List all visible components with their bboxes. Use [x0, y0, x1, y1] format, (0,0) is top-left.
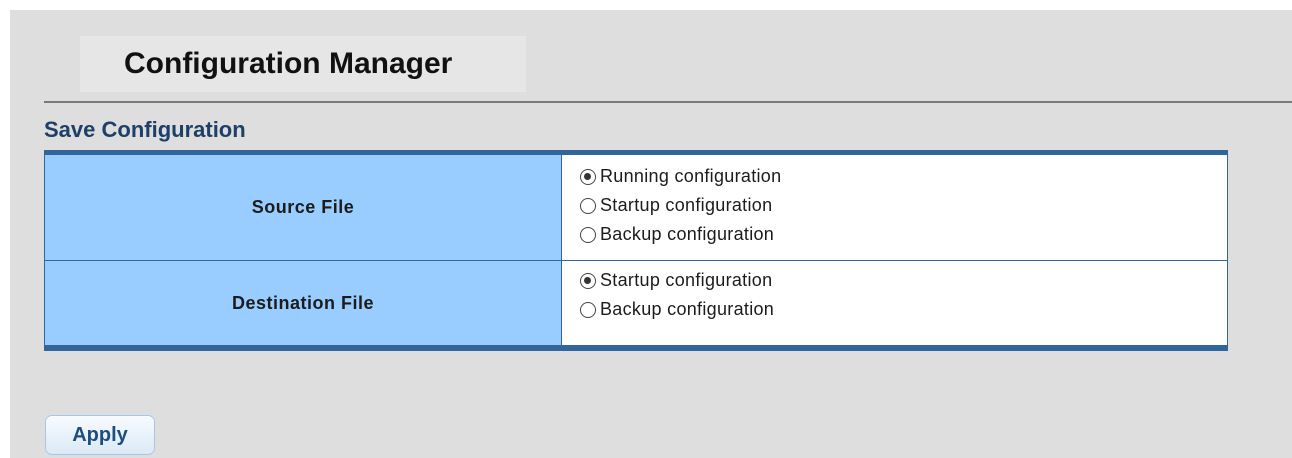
- content-panel: Configuration Manager Save Configuration…: [10, 10, 1292, 458]
- radio-button-selected[interactable]: [580, 272, 596, 289]
- source-option-label: Running configuration: [600, 166, 782, 186]
- destination-file-label: Destination File: [45, 261, 562, 345]
- source-file-options: Running configuration Startup configurat…: [562, 155, 1227, 260]
- source-option-label: Startup configuration: [600, 195, 773, 215]
- save-configuration-table: Source File Running configuration Startu…: [44, 150, 1228, 351]
- destination-option-label: Startup configuration: [600, 270, 773, 290]
- source-option-startup[interactable]: Startup configuration: [580, 191, 1227, 220]
- destination-file-row: Destination File Startup configuration B…: [45, 261, 1227, 345]
- destination-option-backup[interactable]: Backup configuration: [580, 295, 1227, 324]
- source-option-label: Backup configuration: [600, 224, 775, 244]
- radio-button[interactable]: [580, 226, 596, 243]
- radio-button[interactable]: [580, 301, 596, 318]
- title-divider: [44, 101, 1292, 103]
- apply-button[interactable]: Apply: [45, 415, 155, 455]
- destination-option-label: Backup configuration: [600, 299, 775, 319]
- source-option-backup[interactable]: Backup configuration: [580, 220, 1227, 249]
- radio-button[interactable]: [580, 197, 596, 214]
- section-title: Save Configuration: [44, 117, 246, 142]
- page-title: Configuration Manager: [80, 36, 526, 92]
- radio-button-selected[interactable]: [580, 168, 596, 185]
- source-option-running[interactable]: Running configuration: [580, 162, 1227, 191]
- source-file-label: Source File: [45, 155, 562, 260]
- source-file-row: Source File Running configuration Startu…: [45, 155, 1227, 261]
- destination-file-options: Startup configuration Backup configurati…: [562, 261, 1227, 345]
- destination-option-startup[interactable]: Startup configuration: [580, 266, 1227, 295]
